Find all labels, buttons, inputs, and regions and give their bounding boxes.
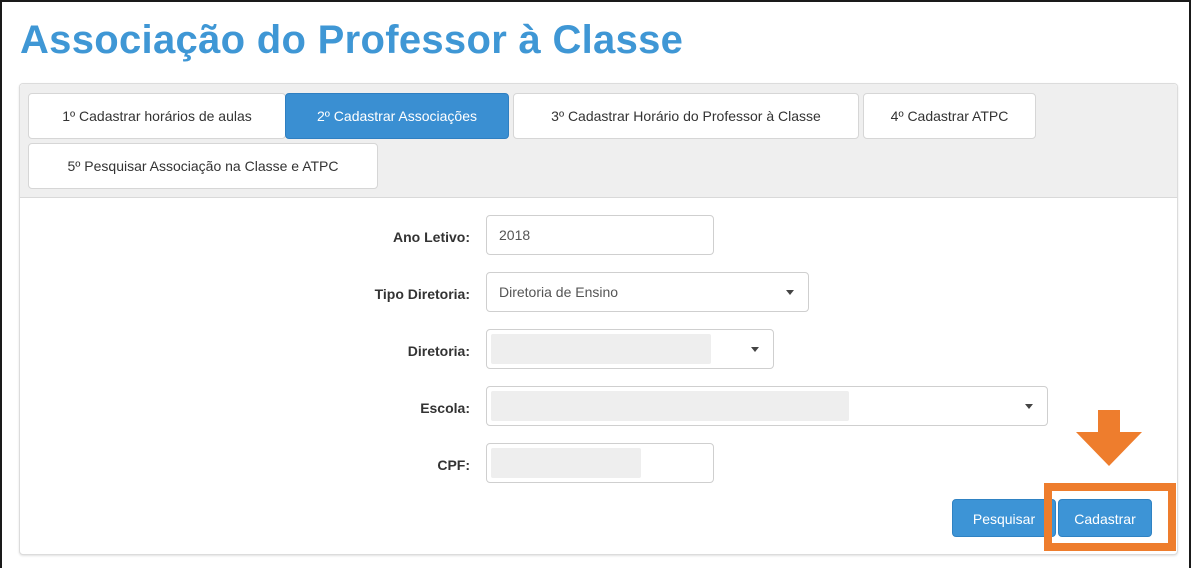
tipo-diretoria-value: Diretoria de Ensino	[499, 284, 619, 300]
redacted-cpf	[491, 448, 641, 478]
ano-letivo-value: 2018	[499, 227, 531, 243]
main-panel: 1º Cadastrar horários de aulas 2º Cadast…	[19, 83, 1178, 555]
chevron-down-icon	[751, 347, 759, 352]
escola-select[interactable]	[486, 386, 1048, 426]
tab-cadastrar-associacoes[interactable]: 2º Cadastrar Associações	[285, 93, 509, 139]
search-button[interactable]: Pesquisar	[952, 499, 1056, 537]
tipo-diretoria-select[interactable]: Diretoria de Ensino	[486, 272, 809, 312]
escola-label: Escola:	[420, 400, 470, 416]
diretoria-label: Diretoria:	[407, 343, 470, 359]
page-title: Associação do Professor à Classe	[20, 18, 684, 62]
chevron-down-icon	[1025, 404, 1033, 409]
ano-letivo-field[interactable]: 2018	[486, 215, 714, 255]
cpf-field[interactable]	[486, 443, 714, 483]
arrow-down-icon	[1076, 410, 1142, 466]
cpf-label: CPF:	[437, 457, 470, 473]
tab-pesquisar-associacao[interactable]: 5º Pesquisar Associação na Classe e ATPC	[28, 143, 378, 189]
ano-letivo-label: Ano Letivo:	[393, 229, 470, 245]
tipo-diretoria-label: Tipo Diretoria:	[374, 286, 470, 302]
tab-cadastrar-horario-professor[interactable]: 3º Cadastrar Horário do Professor à Clas…	[513, 93, 859, 139]
diretoria-select[interactable]	[486, 329, 774, 369]
redacted-escola	[491, 391, 849, 421]
chevron-down-icon	[786, 290, 794, 295]
tab-cadastrar-horarios[interactable]: 1º Cadastrar horários de aulas	[28, 93, 286, 139]
tab-cadastrar-atpc[interactable]: 4º Cadastrar ATPC	[863, 93, 1036, 139]
redacted-diretoria	[491, 334, 711, 364]
tab-strip: 1º Cadastrar horários de aulas 2º Cadast…	[20, 84, 1177, 198]
highlight-box	[1044, 483, 1176, 551]
